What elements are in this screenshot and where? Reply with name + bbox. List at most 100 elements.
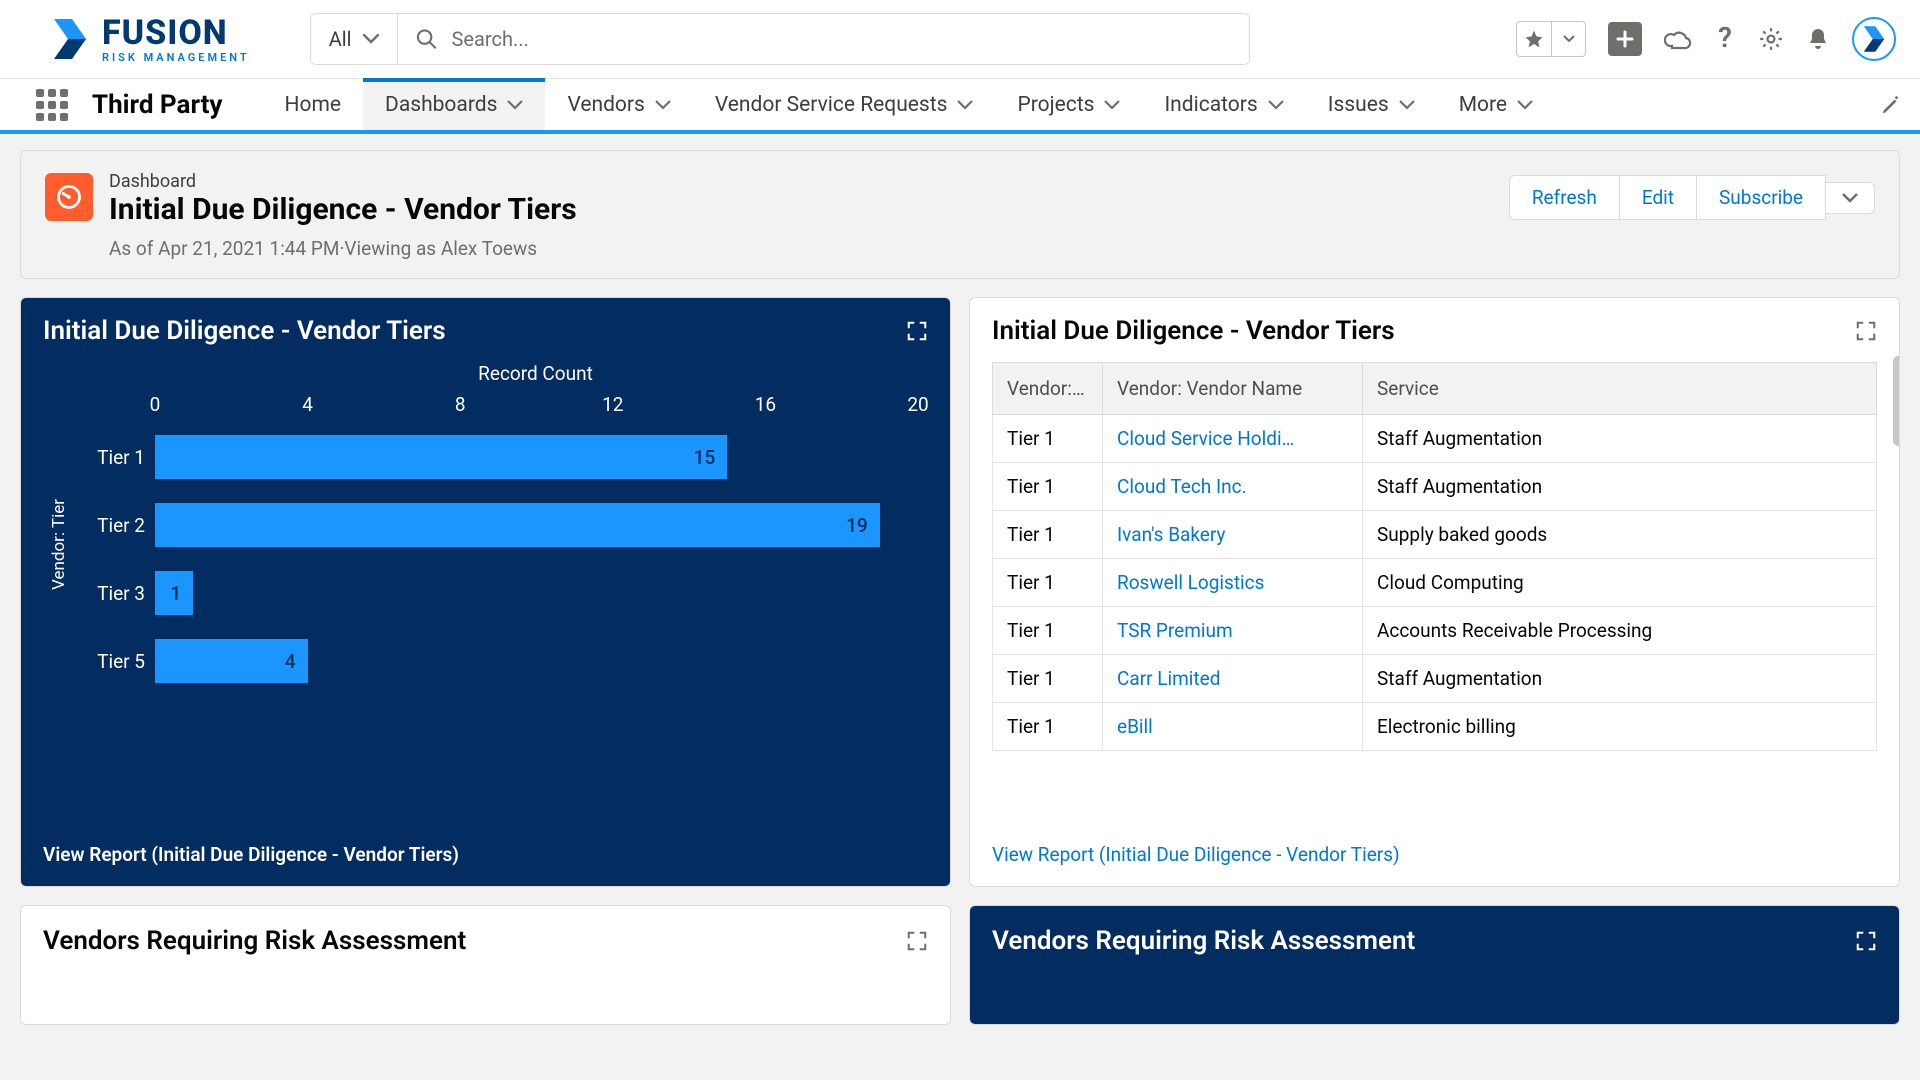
- favorites-dropdown[interactable]: [1551, 22, 1585, 56]
- search-input[interactable]: [452, 27, 1231, 51]
- edit-nav-button[interactable]: [1880, 94, 1902, 116]
- chart-y-axis-label: Vendor: Tier: [43, 499, 75, 590]
- table-row: Tier 1Carr LimitedStaff Augmentation: [993, 655, 1877, 703]
- nav-tab-projects[interactable]: Projects: [995, 79, 1142, 130]
- bar-track: 1: [155, 569, 918, 617]
- cell-tier: Tier 1: [993, 463, 1103, 511]
- cell-vendor-name[interactable]: Ivan's Bakery: [1103, 511, 1363, 559]
- expand-bottom-left-button[interactable]: [906, 930, 928, 952]
- dashboard-asof: As of Apr 21, 2021 1:44 PM·Viewing as Al…: [109, 237, 1493, 260]
- global-search: All: [310, 13, 1250, 65]
- bar-row: Tier 54: [75, 627, 928, 695]
- x-tick: 20: [907, 393, 928, 416]
- bar-row: Tier 219: [75, 491, 928, 559]
- table-row: Tier 1Ivan's BakerySupply baked goods: [993, 511, 1877, 559]
- cell-tier: Tier 1: [993, 415, 1103, 463]
- dashboard-icon: [45, 173, 93, 221]
- salesforce-cloud-button[interactable]: [1664, 28, 1692, 50]
- global-add-button[interactable]: [1608, 22, 1642, 56]
- search-field: [398, 27, 1248, 51]
- nav-tab-home[interactable]: Home: [263, 79, 364, 130]
- nav-tab-indicators[interactable]: Indicators: [1142, 79, 1305, 130]
- nav-tab-label: Vendors: [567, 93, 644, 117]
- chevron-down-icon: [1842, 193, 1858, 203]
- nav-tab-vendors[interactable]: Vendors: [545, 79, 692, 130]
- chevron-down-icon: [1268, 100, 1284, 110]
- bar-track: 15: [155, 433, 918, 481]
- table-column-header[interactable]: Vendor: Vendor Name: [1103, 363, 1363, 415]
- header-utility-icons: ?: [1516, 17, 1896, 61]
- nav-tab-label: Issues: [1328, 93, 1389, 117]
- favorites-group: [1516, 21, 1586, 57]
- user-avatar[interactable]: [1852, 17, 1896, 61]
- cell-vendor-name[interactable]: Cloud Tech Inc.: [1103, 463, 1363, 511]
- cell-vendor-name[interactable]: Cloud Service Holdi…: [1103, 415, 1363, 463]
- cell-service: Electronic billing: [1363, 703, 1877, 751]
- app-launcher-button[interactable]: [36, 89, 68, 121]
- expand-table-button[interactable]: [1855, 320, 1877, 342]
- nav-tab-more[interactable]: More: [1437, 79, 1555, 130]
- avatar-icon: [1860, 25, 1888, 53]
- chart-x-ticks: 048121620: [155, 393, 918, 423]
- cell-service: Supply baked goods: [1363, 511, 1877, 559]
- table-column-header[interactable]: Service: [1363, 363, 1877, 415]
- refresh-button[interactable]: Refresh: [1509, 175, 1620, 220]
- chart-bars: Tier 115Tier 219Tier 31Tier 54: [75, 423, 928, 695]
- table-row: Tier 1Cloud Service Holdi…Staff Augmenta…: [993, 415, 1877, 463]
- bar-fill[interactable]: 15: [155, 435, 727, 479]
- expand-bottom-right-button[interactable]: [1855, 930, 1877, 952]
- page-body: Dashboard Initial Due Diligence - Vendor…: [0, 134, 1920, 1080]
- bar-row: Tier 31: [75, 559, 928, 627]
- dashboard-meta: Dashboard Initial Due Diligence - Vendor…: [109, 171, 1493, 260]
- subscribe-button[interactable]: Subscribe: [1697, 175, 1826, 220]
- nav-tab-label: Indicators: [1164, 93, 1257, 117]
- table-scrollbar[interactable]: [1893, 356, 1900, 829]
- table-column-header[interactable]: Vendor:…: [993, 363, 1103, 415]
- search-scope-selector[interactable]: All: [311, 14, 399, 64]
- bar-fill[interactable]: 1: [155, 571, 193, 615]
- notifications-button[interactable]: [1806, 26, 1830, 52]
- bar-category-label: Tier 3: [75, 582, 155, 605]
- dashboard-header-card: Dashboard Initial Due Diligence - Vendor…: [20, 150, 1900, 279]
- cell-vendor-name[interactable]: eBill: [1103, 703, 1363, 751]
- expand-icon: [906, 930, 928, 952]
- bar-fill[interactable]: 4: [155, 639, 308, 683]
- brand-logo[interactable]: FUSION RISK MANAGEMENT: [48, 16, 250, 63]
- table-body: Vendor:…Vendor: Vendor NameService Tier …: [970, 356, 1899, 829]
- bar-fill[interactable]: 19: [155, 503, 880, 547]
- x-tick: 12: [602, 393, 623, 416]
- nav-tab-vendor-service-requests[interactable]: Vendor Service Requests: [693, 79, 996, 130]
- help-button[interactable]: ?: [1714, 25, 1736, 53]
- table-header-row: Vendor:…Vendor: Vendor NameService: [993, 363, 1877, 415]
- dashboard-actions: Refresh Edit Subscribe: [1509, 175, 1875, 220]
- nav-tab-label: Vendor Service Requests: [715, 93, 948, 117]
- cell-vendor-name[interactable]: Carr Limited: [1103, 655, 1363, 703]
- gauge-icon: [55, 183, 83, 211]
- nav-tab-dashboards[interactable]: Dashboards: [363, 79, 545, 130]
- table-view-report-link[interactable]: View Report (Initial Due Diligence - Ven…: [970, 829, 1899, 886]
- cell-vendor-name[interactable]: Roswell Logistics: [1103, 559, 1363, 607]
- chevron-down-icon: [957, 100, 973, 110]
- bottom-right-widget: Vendors Requiring Risk Assessment: [969, 905, 1900, 1025]
- expand-chart-button[interactable]: [906, 320, 928, 342]
- nav-tabs: HomeDashboards Vendors Vendor Service Requ…: [263, 79, 1556, 130]
- x-tick: 4: [302, 393, 313, 416]
- cell-service: Staff Augmentation: [1363, 415, 1877, 463]
- chart-view-report-link[interactable]: View Report (Initial Due Diligence - Ven…: [21, 829, 950, 886]
- x-tick: 0: [150, 393, 161, 416]
- table-body-rows: Tier 1Cloud Service Holdi…Staff Augmenta…: [993, 415, 1877, 751]
- bottom-right-title: Vendors Requiring Risk Assessment: [992, 926, 1415, 956]
- chevron-down-icon: [1517, 100, 1533, 110]
- cell-vendor-name[interactable]: TSR Premium: [1103, 607, 1363, 655]
- bar-category-label: Tier 1: [75, 446, 155, 469]
- setup-gear-button[interactable]: [1758, 26, 1784, 52]
- plus-icon: [1615, 29, 1635, 49]
- cell-tier: Tier 1: [993, 511, 1103, 559]
- x-tick: 8: [455, 393, 466, 416]
- more-actions-button[interactable]: [1826, 182, 1875, 214]
- bottom-left-title: Vendors Requiring Risk Assessment: [43, 926, 466, 956]
- nav-tab-issues[interactable]: Issues: [1306, 79, 1437, 130]
- edit-button[interactable]: Edit: [1620, 175, 1697, 220]
- favorite-star-button[interactable]: [1517, 22, 1551, 56]
- bar-category-label: Tier 5: [75, 650, 155, 673]
